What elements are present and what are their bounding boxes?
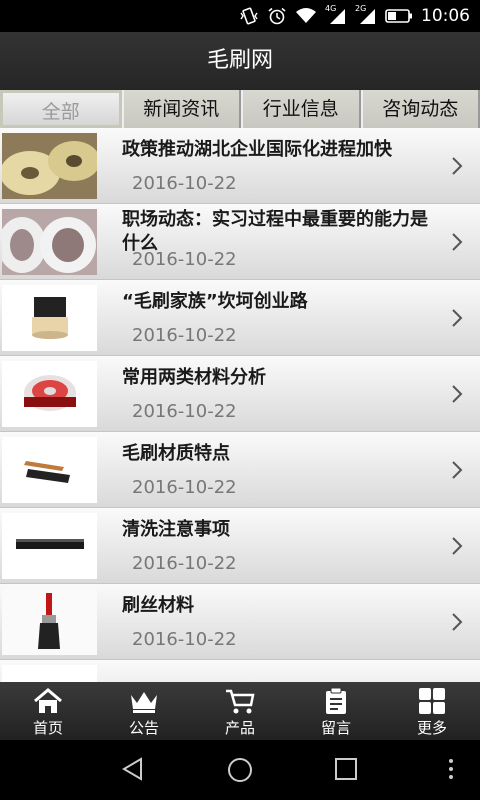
article-title: “毛刷家族”坎坷创业路 xyxy=(122,291,308,312)
chevron-right-icon xyxy=(452,613,463,631)
article-date: 2016-10-22 xyxy=(132,173,237,194)
status-icons: 4G 2G 10:06 xyxy=(239,0,470,32)
tab-industry[interactable]: 行业信息 xyxy=(241,90,361,128)
cart-icon xyxy=(226,689,255,714)
grid-icon xyxy=(419,688,445,714)
signal-icon xyxy=(330,9,345,24)
clock: 10:06 xyxy=(421,6,470,26)
hand-brush-photo xyxy=(2,437,97,503)
signal-4g: 4G xyxy=(325,4,347,25)
nav-messages[interactable]: 留言 xyxy=(288,682,384,740)
wifi-icon xyxy=(296,8,316,23)
disc-brush-photo xyxy=(2,361,97,427)
recents-icon[interactable] xyxy=(334,756,358,782)
article-date: 2016-10-22 xyxy=(132,629,237,650)
nav-more[interactable]: 更多 xyxy=(384,682,480,740)
cylinder-brush-photo xyxy=(2,285,97,351)
list-item-partial[interactable] xyxy=(0,660,480,682)
category-tabs: 全部 新闻资讯 行业信息 咨询动态 xyxy=(0,90,480,128)
alarm-icon xyxy=(268,7,286,25)
tab-all[interactable]: 全部 xyxy=(0,90,122,128)
article-title: 政策推动湖北企业国际化进程加快 xyxy=(122,139,392,160)
list-item[interactable]: 职场动态：实习过程中最重要的能力是什么 2016-10-22 xyxy=(0,204,480,280)
article-title: 毛刷材质特点 xyxy=(122,443,230,464)
nav-label: 产品 xyxy=(224,719,255,737)
chevron-right-icon xyxy=(452,461,463,479)
strip-brush-photo xyxy=(2,513,97,579)
thumbnail-partial xyxy=(2,665,97,682)
clipboard-icon xyxy=(326,687,346,714)
status-bar: 4G 2G 10:06 xyxy=(0,0,480,32)
article-date: 2016-10-22 xyxy=(132,325,237,346)
list-item[interactable]: 刷丝材料 2016-10-22 xyxy=(0,584,480,660)
chevron-right-icon xyxy=(452,385,463,403)
list-item[interactable]: 清洗注意事项 2016-10-22 xyxy=(0,508,480,584)
app-title-bar: 毛刷网 xyxy=(0,32,480,90)
system-nav-bar xyxy=(0,740,480,800)
list-item[interactable]: “毛刷家族”坎坷创业路 2016-10-22 xyxy=(0,280,480,356)
chevron-right-icon xyxy=(452,157,463,175)
article-title: 清洗注意事项 xyxy=(122,519,230,540)
nav-label: 首页 xyxy=(32,719,63,737)
article-date: 2016-10-22 xyxy=(132,477,237,498)
article-title: 常用两类材料分析 xyxy=(122,367,266,388)
article-date: 2016-10-22 xyxy=(132,249,237,270)
nav-label: 更多 xyxy=(416,719,447,737)
app-title: 毛刷网 xyxy=(206,48,273,73)
home-icon xyxy=(34,688,62,713)
chevron-right-icon xyxy=(452,233,463,251)
chevron-right-icon xyxy=(452,537,463,555)
signal-2g: 2G xyxy=(355,4,377,25)
nav-label: 留言 xyxy=(320,719,351,737)
brush-rings-photo xyxy=(2,209,97,275)
vibrate-icon xyxy=(240,7,258,25)
paint-brush-photo xyxy=(2,589,97,655)
list-item[interactable]: 政策推动湖北企业国际化进程加快 2016-10-22 xyxy=(0,128,480,204)
tab-consulting[interactable]: 咨询动态 xyxy=(360,90,480,128)
menu-dots-icon[interactable] xyxy=(446,756,456,782)
back-icon[interactable] xyxy=(120,756,146,782)
nav-products[interactable]: 产品 xyxy=(192,682,288,740)
tab-news[interactable]: 新闻资讯 xyxy=(121,90,241,128)
article-list: 政策推动湖北企业国际化进程加快 2016-10-22 职场动态：实习过程中最重要… xyxy=(0,128,480,682)
signal-icon xyxy=(360,9,375,24)
article-date: 2016-10-22 xyxy=(132,553,237,574)
round-brushes-photo xyxy=(2,133,97,199)
list-item[interactable]: 毛刷材质特点 2016-10-22 xyxy=(0,432,480,508)
crown-icon xyxy=(131,692,157,713)
article-title: 刷丝材料 xyxy=(122,595,194,616)
chevron-right-icon xyxy=(452,309,463,327)
list-item[interactable]: 常用两类材料分析 2016-10-22 xyxy=(0,356,480,432)
article-date: 2016-10-22 xyxy=(132,401,237,422)
home-circle-icon[interactable] xyxy=(226,756,254,784)
battery-icon xyxy=(385,9,412,23)
nav-announcements[interactable]: 公告 xyxy=(96,682,192,740)
bottom-nav: 首页 公告 产品 留言 更多 xyxy=(0,682,480,740)
nav-home[interactable]: 首页 xyxy=(0,682,96,740)
nav-label: 公告 xyxy=(128,719,159,737)
